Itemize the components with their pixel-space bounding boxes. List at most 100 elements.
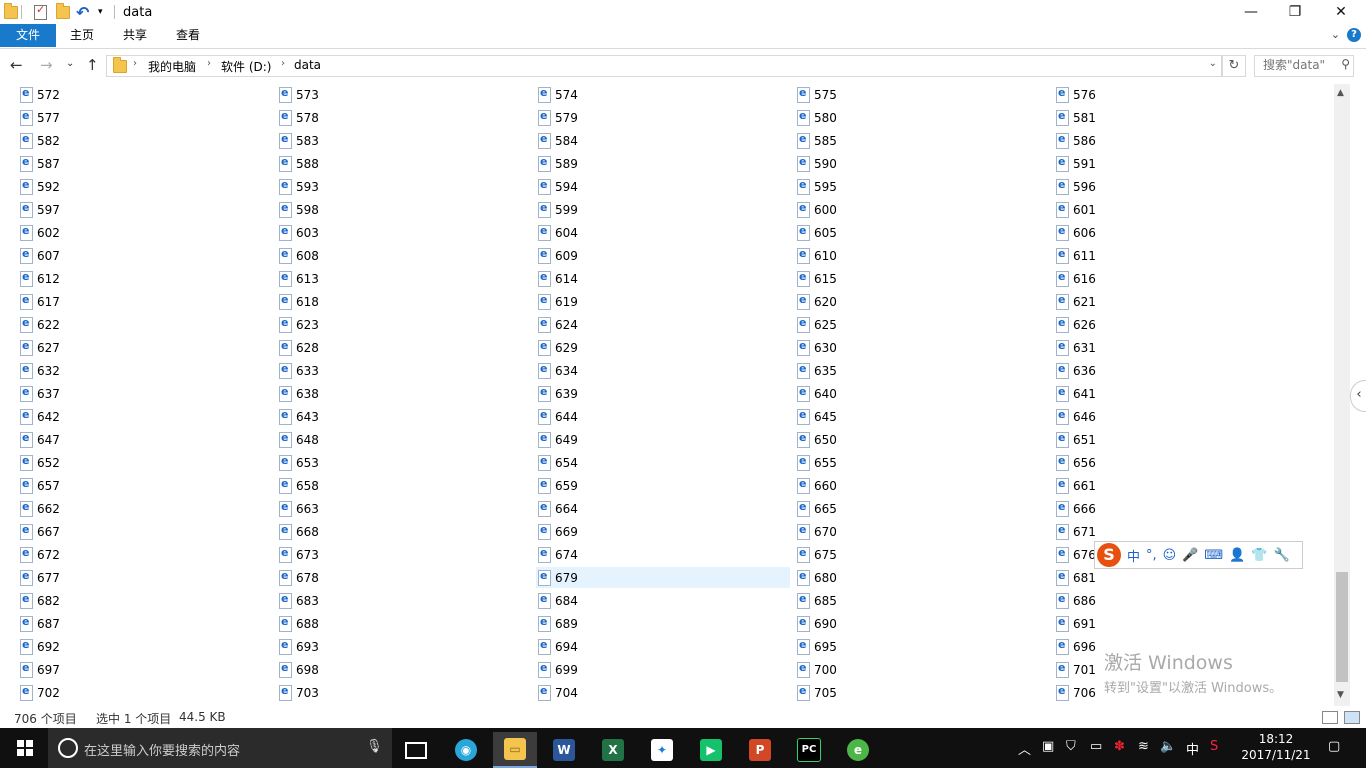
file-item[interactable]: 672: [18, 544, 218, 565]
file-item[interactable]: 649: [536, 429, 736, 450]
file-item[interactable]: 601: [1054, 199, 1254, 220]
word-icon[interactable]: W: [542, 732, 586, 768]
pycharm-icon[interactable]: PC: [787, 732, 831, 768]
file-item[interactable]: 650: [795, 429, 995, 450]
file-item[interactable]: 664: [536, 498, 736, 519]
file-item[interactable]: 656: [1054, 452, 1254, 473]
taskbar-search[interactable]: 在这里输入你要搜索的内容 🎙: [48, 728, 392, 768]
file-item[interactable]: 641: [1054, 383, 1254, 404]
file-item[interactable]: 599: [536, 199, 736, 220]
file-item[interactable]: 647: [18, 429, 218, 450]
file-item[interactable]: 596: [1054, 176, 1254, 197]
ime-toolbar[interactable]: S 中 °, ☺ 🎤 ⌨ 👤 👕 🔧: [1094, 541, 1303, 569]
breadcrumb-drive-d[interactable]: 软件 (D:): [221, 58, 271, 75]
file-item[interactable]: 690: [795, 613, 995, 634]
file-item[interactable]: 592: [18, 176, 218, 197]
file-item[interactable]: 652: [18, 452, 218, 473]
notifications-icon[interactable]: ▢: [1328, 739, 1340, 754]
search-icon[interactable]: ⚲: [1341, 57, 1350, 71]
file-item[interactable]: 674: [536, 544, 736, 565]
file-item[interactable]: 582: [18, 130, 218, 151]
address-bar[interactable]: › 我的电脑 › 软件 (D:) › data ⌄: [106, 55, 1222, 77]
file-item[interactable]: 657: [18, 475, 218, 496]
file-item[interactable]: 659: [536, 475, 736, 496]
file-item[interactable]: 686: [1054, 590, 1254, 611]
file-item[interactable]: 623: [277, 314, 477, 335]
chevron-left-icon[interactable]: ‹: [1350, 380, 1366, 412]
file-item[interactable]: 627: [18, 337, 218, 358]
file-item[interactable]: 669: [536, 521, 736, 542]
file-item[interactable]: 621: [1054, 291, 1254, 312]
file-item[interactable]: 678: [277, 567, 477, 588]
breadcrumb-separator-icon[interactable]: ›: [207, 58, 211, 69]
file-item[interactable]: 614: [536, 268, 736, 289]
file-item[interactable]: 594: [536, 176, 736, 197]
file-item[interactable]: 643: [277, 406, 477, 427]
file-item[interactable]: 618: [277, 291, 477, 312]
tray-app-icon[interactable]: ▣: [1042, 739, 1054, 754]
file-item[interactable]: 573: [277, 84, 477, 105]
sogou-tray-icon[interactable]: S: [1210, 739, 1218, 754]
media-player-icon[interactable]: ◉: [444, 732, 488, 768]
file-item[interactable]: 579: [536, 107, 736, 128]
cortana-icon[interactable]: [58, 738, 78, 758]
file-item[interactable]: 688: [277, 613, 477, 634]
file-item[interactable]: 583: [277, 130, 477, 151]
microphone-icon[interactable]: 🎙: [366, 739, 383, 754]
wifi-icon[interactable]: ≋: [1138, 739, 1149, 754]
file-item[interactable]: 646: [1054, 406, 1254, 427]
expand-ribbon-icon[interactable]: ⌄: [1331, 28, 1340, 41]
shield-icon[interactable]: ⛉: [1066, 739, 1076, 754]
file-item[interactable]: 670: [795, 521, 995, 542]
file-item[interactable]: 572: [18, 84, 218, 105]
file-item[interactable]: 638: [277, 383, 477, 404]
maximize-button[interactable]: ❐: [1272, 0, 1318, 24]
file-item[interactable]: 586: [1054, 130, 1254, 151]
file-item[interactable]: 685: [795, 590, 995, 611]
file-item[interactable]: 700: [795, 659, 995, 680]
file-item[interactable]: 622: [18, 314, 218, 335]
file-item[interactable]: 691: [1054, 613, 1254, 634]
file-item[interactable]: 600: [795, 199, 995, 220]
file-item[interactable]: 702: [18, 682, 218, 703]
file-item[interactable]: 624: [536, 314, 736, 335]
file-item[interactable]: 578: [277, 107, 477, 128]
file-item[interactable]: 575: [795, 84, 995, 105]
file-item[interactable]: 629: [536, 337, 736, 358]
file-item[interactable]: 642: [18, 406, 218, 427]
undo-icon[interactable]: ↶: [76, 3, 89, 22]
file-item[interactable]: 687: [18, 613, 218, 634]
file-item[interactable]: 679: [536, 567, 790, 588]
file-item[interactable]: 640: [795, 383, 995, 404]
file-item[interactable]: 617: [18, 291, 218, 312]
tray-red-app-icon[interactable]: ✽: [1114, 739, 1125, 754]
file-item[interactable]: 694: [536, 636, 736, 657]
file-item[interactable]: 610: [795, 245, 995, 266]
file-item[interactable]: 680: [795, 567, 995, 588]
file-item[interactable]: 589: [536, 153, 736, 174]
ime-user-icon[interactable]: 👤: [1229, 548, 1245, 563]
file-item[interactable]: 598: [277, 199, 477, 220]
file-item[interactable]: 631: [1054, 337, 1254, 358]
file-item[interactable]: 675: [795, 544, 995, 565]
file-item[interactable]: 602: [18, 222, 218, 243]
volume-icon[interactable]: 🔈: [1160, 739, 1176, 754]
file-item[interactable]: 603: [277, 222, 477, 243]
file-item[interactable]: 625: [795, 314, 995, 335]
ime-emoji-icon[interactable]: ☺: [1163, 548, 1177, 563]
file-item[interactable]: 648: [277, 429, 477, 450]
file-item[interactable]: 705: [795, 682, 995, 703]
input-language[interactable]: 中: [1186, 739, 1199, 758]
file-item[interactable]: 697: [18, 659, 218, 680]
show-hidden-icons-icon[interactable]: ︿: [1018, 739, 1031, 758]
customize-toolbar-icon[interactable]: ▾: [98, 3, 103, 21]
task-view-icon[interactable]: [394, 732, 438, 768]
file-item[interactable]: 644: [536, 406, 736, 427]
sogou-logo-icon[interactable]: S: [1097, 543, 1121, 567]
file-item[interactable]: 612: [18, 268, 218, 289]
file-item[interactable]: 699: [536, 659, 736, 680]
file-item[interactable]: 695: [795, 636, 995, 657]
file-item[interactable]: 608: [277, 245, 477, 266]
breadcrumb-data[interactable]: data: [294, 58, 321, 72]
file-item[interactable]: 613: [277, 268, 477, 289]
